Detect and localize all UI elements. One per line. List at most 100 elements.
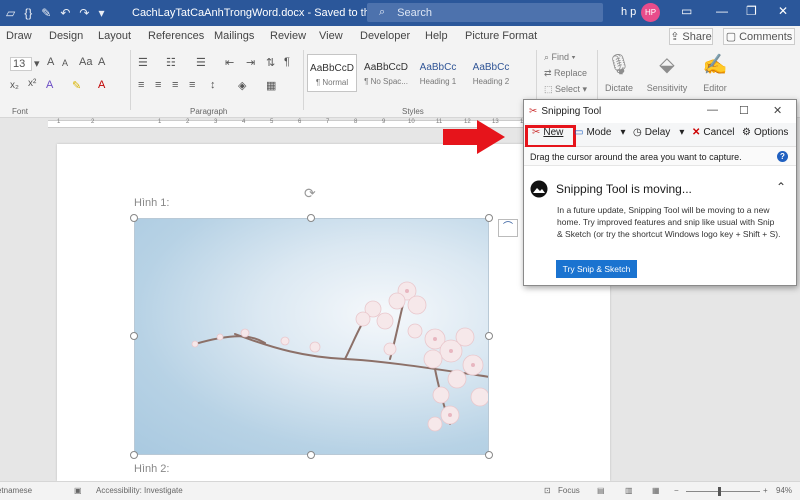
chevron-up-icon[interactable]: ⌃ xyxy=(776,180,786,194)
tab-references[interactable]: References xyxy=(148,30,204,42)
resize-handle[interactable] xyxy=(485,332,493,340)
shading-icon[interactable]: ◈ xyxy=(238,79,246,92)
focus-label[interactable]: Focus xyxy=(558,486,580,495)
delay-button[interactable]: ◷ Delay ▾ xyxy=(633,127,684,138)
rotate-handle-icon[interactable]: ⟳ xyxy=(304,185,316,202)
resize-handle[interactable] xyxy=(307,451,315,459)
new-button[interactable]: ✂ New xyxy=(525,125,576,148)
clear-format-icon[interactable]: A xyxy=(98,56,105,68)
tab-help[interactable]: Help xyxy=(425,30,448,42)
print-layout-icon[interactable]: ▥ xyxy=(625,486,633,495)
tab-developer[interactable]: Developer xyxy=(360,30,410,42)
avatar[interactable]: HP xyxy=(641,3,660,22)
tab-layout[interactable]: Layout xyxy=(98,30,131,42)
shrink-font-icon[interactable]: A xyxy=(62,58,68,68)
line-spacing-icon[interactable]: ↕ xyxy=(210,79,216,91)
minimize-icon[interactable]: — xyxy=(707,104,718,116)
braces-icon[interactable]: {} xyxy=(24,6,32,20)
tab-review[interactable]: Review xyxy=(270,30,306,42)
cancel-button[interactable]: ✕ Cancel xyxy=(692,127,735,138)
style-no-spacing[interactable]: AaBbCcD ¶ No Spac... xyxy=(361,54,411,92)
options-button[interactable]: ⚙ Options xyxy=(742,127,788,138)
zoom-in-icon[interactable]: + xyxy=(763,486,768,495)
focus-icon[interactable]: ⊡ xyxy=(544,486,551,495)
comment-icon: ▢ xyxy=(725,31,737,43)
customize-icon[interactable]: ▾ xyxy=(98,6,104,20)
tab-draw[interactable]: Draw xyxy=(6,30,32,42)
subscript-icon[interactable]: x₂ xyxy=(10,80,19,91)
font-size-box[interactable]: 13 xyxy=(10,57,32,71)
increase-indent-icon[interactable]: ⇥ xyxy=(246,56,255,69)
try-snip-sketch-button[interactable]: Try Snip & Sketch xyxy=(556,260,637,278)
grow-font-icon[interactable]: A xyxy=(47,56,54,68)
web-layout-icon[interactable]: ▦ xyxy=(652,486,660,495)
pen-icon[interactable]: ✎ xyxy=(41,6,51,20)
comments-button[interactable]: ▢ Comments xyxy=(723,28,795,45)
document-title[interactable]: CachLayTatCaAnhTrongWord.docx - Saved to… xyxy=(132,6,405,19)
maximize-icon[interactable]: ☐ xyxy=(739,104,749,117)
snipping-tool-titlebar[interactable]: ✂ Snipping Tool — ☐ ✕ xyxy=(524,100,796,123)
file-icon[interactable]: ▱ xyxy=(6,6,15,20)
snipping-tool-window[interactable]: ✂ Snipping Tool — ☐ ✕ ✂ New ▭ Mode ▾ ◷ D… xyxy=(523,99,797,286)
change-case-icon[interactable]: Aa xyxy=(79,56,92,68)
minimize-icon[interactable]: — xyxy=(716,4,728,18)
style-heading-2[interactable]: AaBbCc Heading 2 xyxy=(466,54,516,92)
share-button[interactable]: ⇪ Share xyxy=(669,28,713,45)
zoom-thumb[interactable] xyxy=(718,487,721,496)
tab-mailings[interactable]: Mailings xyxy=(214,30,254,42)
redo-icon[interactable]: ↷ xyxy=(79,6,89,20)
tab-view[interactable]: View xyxy=(319,30,343,42)
proofing-icon[interactable]: ▣ xyxy=(74,486,82,495)
align-right-icon[interactable]: ≡ xyxy=(172,79,178,91)
blossom-image[interactable] xyxy=(134,218,489,455)
resize-handle[interactable] xyxy=(130,214,138,222)
resize-handle[interactable] xyxy=(130,332,138,340)
editor-button[interactable]: ✍ Editor xyxy=(700,52,730,93)
highlight-icon[interactable]: ✎ xyxy=(72,79,81,92)
search-box[interactable]: ⌕ Search xyxy=(367,3,603,22)
ribbon-display-icon[interactable]: ▭ xyxy=(681,4,692,18)
show-marks-icon[interactable]: ¶ xyxy=(284,56,290,68)
tab-design[interactable]: Design xyxy=(49,30,83,42)
resize-handle[interactable] xyxy=(130,451,138,459)
undo-icon[interactable]: ↶ xyxy=(60,6,70,20)
zoom-level[interactable]: 94% xyxy=(776,486,792,495)
borders-icon[interactable]: ▦ xyxy=(266,79,276,92)
numbering-icon[interactable]: ☷ xyxy=(166,56,176,69)
style-heading-1[interactable]: AaBbCc Heading 1 xyxy=(413,54,463,92)
layout-options-icon[interactable]: ⌒ xyxy=(498,219,518,237)
zoom-slider[interactable] xyxy=(686,491,760,492)
text-effects-icon[interactable]: A xyxy=(46,79,53,91)
align-left-icon[interactable]: ≡ xyxy=(138,79,144,91)
language-status[interactable]: Vietnamese xyxy=(0,486,32,495)
font-color-icon[interactable]: A xyxy=(98,79,105,91)
close-icon[interactable]: ✕ xyxy=(778,4,788,18)
find-button[interactable]: ⌕ Find ▾ xyxy=(544,52,575,63)
zoom-out-icon[interactable]: − xyxy=(674,486,679,495)
tab-picture-format[interactable]: Picture Format xyxy=(465,30,537,42)
multilevel-list-icon[interactable]: ☰ xyxy=(196,56,206,69)
close-icon[interactable]: ✕ xyxy=(773,104,782,117)
align-center-icon[interactable]: ≡ xyxy=(155,79,161,91)
sort-icon[interactable]: ⇅ xyxy=(266,56,275,69)
font-size-dropdown-icon[interactable]: ▾ xyxy=(34,57,40,70)
sensitivity-button[interactable]: ⬙ Sensitivity xyxy=(646,52,688,93)
accessibility-status[interactable]: Accessibility: Investigate xyxy=(96,486,183,495)
resize-handle[interactable] xyxy=(307,214,315,222)
group-divider xyxy=(130,50,131,110)
user-name: h p xyxy=(621,6,637,18)
justify-icon[interactable]: ≡ xyxy=(189,79,195,91)
style-normal[interactable]: AaBbCcD ¶ Normal xyxy=(307,54,357,92)
restore-icon[interactable]: ❐ xyxy=(746,4,757,18)
resize-handle[interactable] xyxy=(485,214,493,222)
help-icon[interactable]: ? xyxy=(777,151,788,162)
read-mode-icon[interactable]: ▤ xyxy=(597,486,605,495)
superscript-icon[interactable]: x² xyxy=(28,78,36,89)
resize-handle[interactable] xyxy=(485,451,493,459)
decrease-indent-icon[interactable]: ⇤ xyxy=(225,56,234,69)
replace-button[interactable]: ⇄ Replace xyxy=(544,68,587,79)
dictate-button[interactable]: 🎙 Dictate xyxy=(603,52,635,93)
bullets-icon[interactable]: ☰ xyxy=(138,56,148,69)
mode-button[interactable]: ▭ Mode ▾ xyxy=(574,127,626,138)
select-button[interactable]: ⬚ Select ▾ xyxy=(544,84,587,95)
